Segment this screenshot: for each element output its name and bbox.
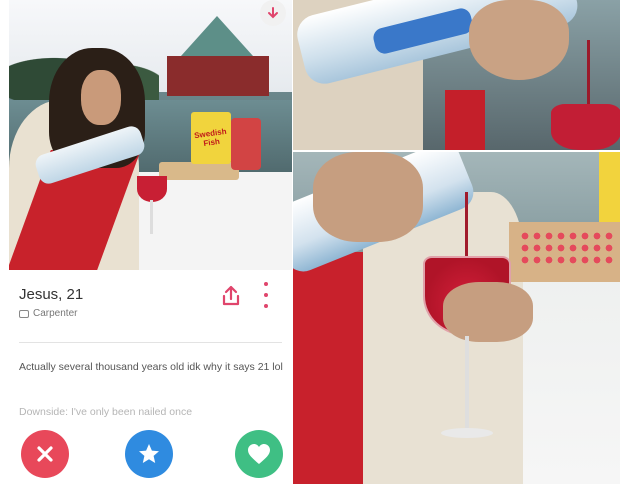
closeup-hand [469, 0, 569, 80]
star-icon [139, 444, 159, 463]
closeup-photo-bottom [293, 152, 620, 484]
briefcase-icon [19, 309, 29, 318]
profile-job: Carpenter [19, 308, 77, 319]
closeup-glass-stem [465, 336, 469, 432]
closeup-sash [445, 90, 485, 150]
photo-candy-tray [159, 162, 239, 180]
closeup-candies [519, 230, 615, 266]
profile-card: Swedish Fish Jesus, 21 Carpenter Actuall… [9, 0, 292, 484]
share-button[interactable] [219, 284, 243, 308]
close-icon [37, 446, 53, 462]
profile-photo[interactable]: Swedish Fish [9, 0, 292, 270]
closeup-wine-glass [551, 104, 620, 150]
heart-icon [248, 444, 270, 464]
share-icon [222, 285, 240, 306]
divider [19, 342, 282, 343]
photo-candy-bag: Swedish Fish [191, 112, 231, 164]
super-like-button[interactable] [125, 430, 173, 478]
like-button[interactable] [235, 430, 283, 478]
closeup-candy-bag [599, 152, 620, 222]
candy-bag-text: Swedish Fish [193, 126, 228, 149]
photo-red-bag [231, 118, 261, 170]
arrow-down-icon [268, 7, 278, 19]
profile-downside: Downside: I've only been nailed once [19, 406, 193, 418]
closeup-holding-hand [443, 282, 533, 342]
profile-job-label: Carpenter [33, 308, 78, 319]
photo-glass-stem [150, 200, 153, 234]
photo-gazebo [167, 56, 269, 96]
closeup-hand [313, 152, 423, 242]
closeup-photo-top [293, 0, 620, 150]
nope-button[interactable] [21, 430, 69, 478]
photo-face [81, 70, 121, 125]
photo-wine-glass [137, 176, 167, 202]
photo-badge[interactable] [260, 0, 286, 26]
profile-info: Jesus, 21 Carpenter Actually several tho… [9, 270, 292, 484]
closeup-sash [293, 252, 363, 484]
more-vertical-icon[interactable] [261, 282, 271, 308]
profile-name-age: Jesus, 21 [19, 286, 84, 303]
closeup-pour-stream [587, 40, 590, 110]
profile-bio: Actually several thousand years old idk … [19, 361, 283, 373]
closeup-glass-foot [441, 428, 493, 438]
